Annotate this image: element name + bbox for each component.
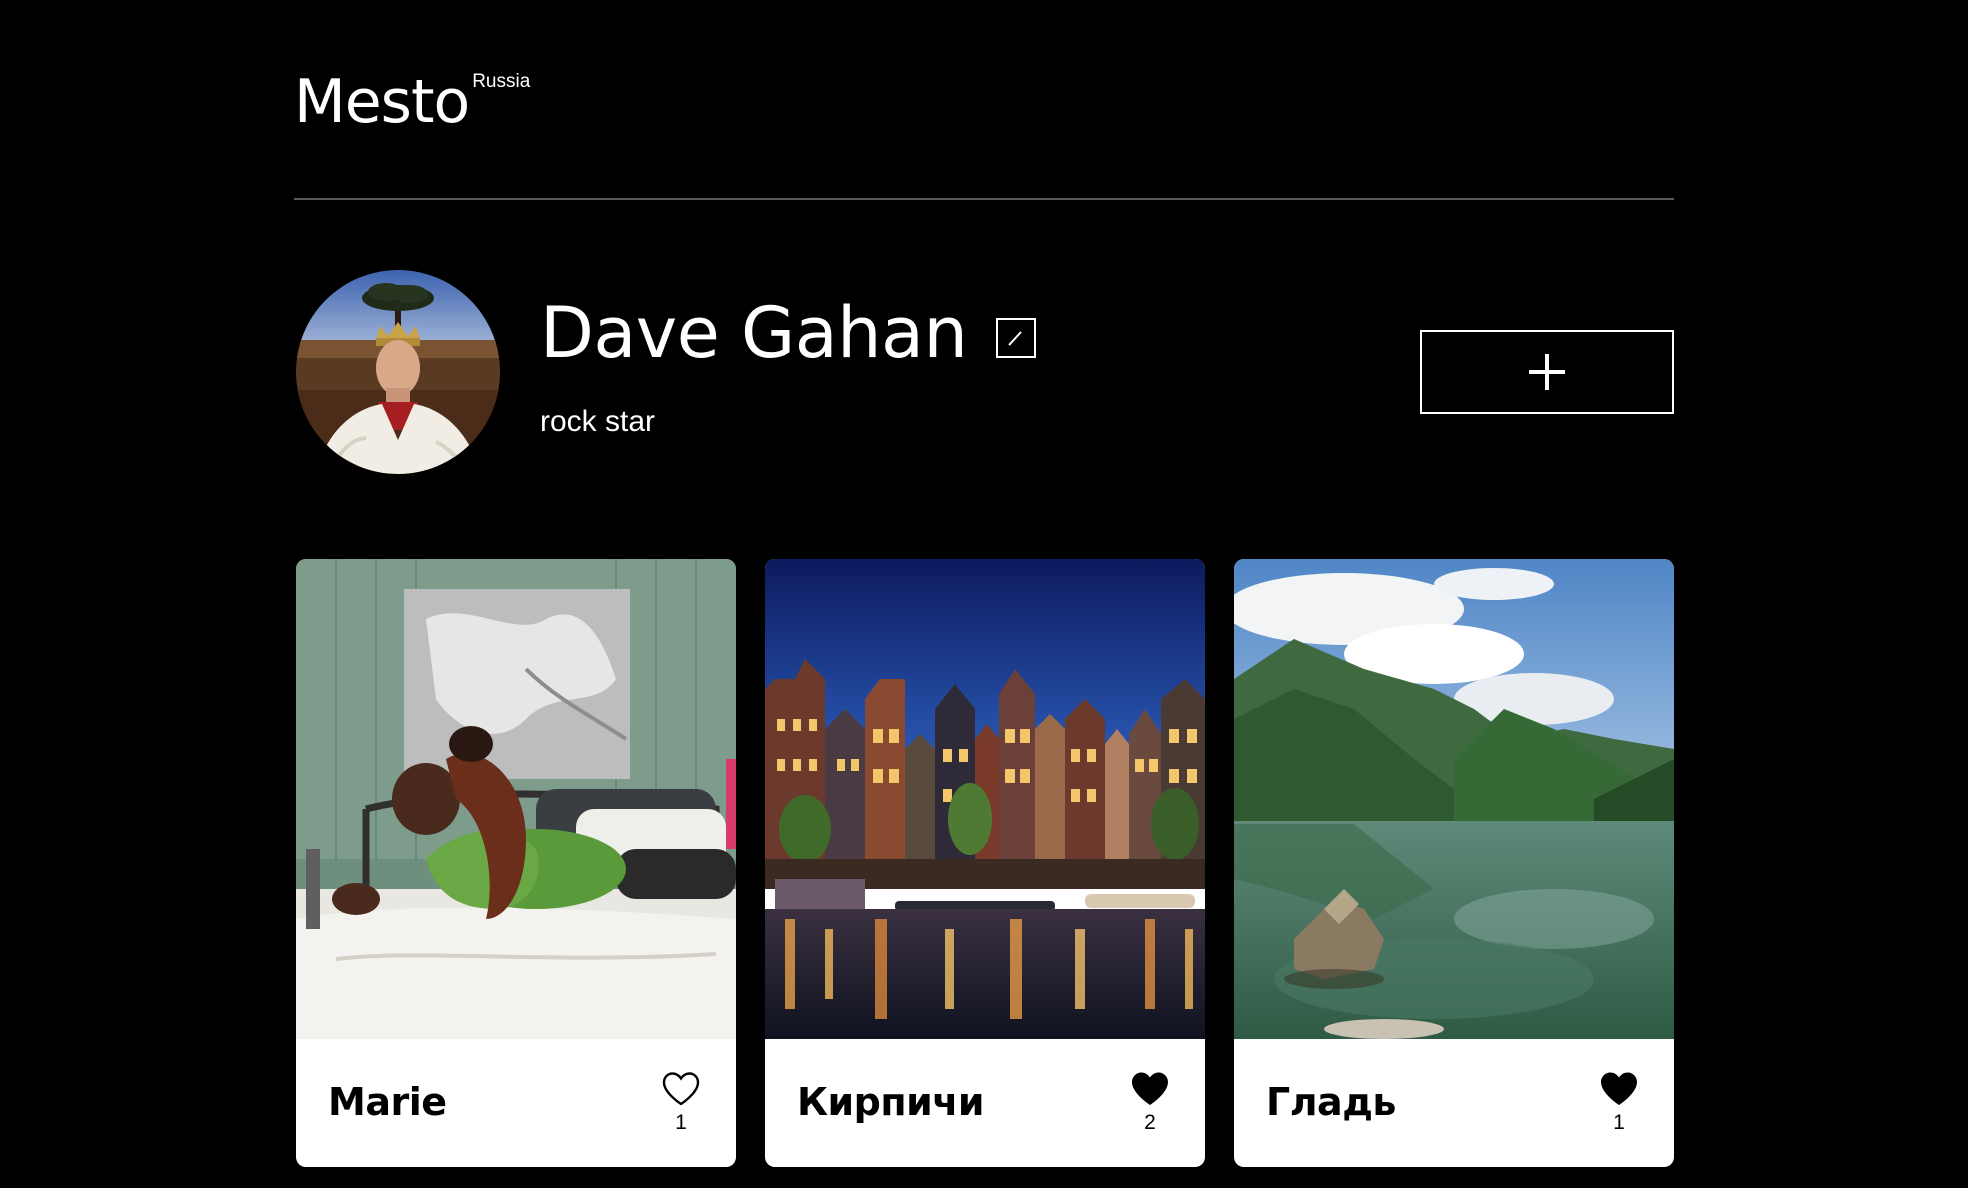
logo-superscript: Russia bbox=[472, 71, 531, 92]
card-title: Marie bbox=[328, 1080, 447, 1124]
like-block: 1 bbox=[1598, 1071, 1640, 1135]
logo: Mesto Russia bbox=[294, 67, 531, 137]
card-photo-canal-houses bbox=[765, 559, 1205, 1039]
pencil-icon bbox=[1008, 331, 1022, 346]
card-title: Кирпичи bbox=[797, 1080, 984, 1124]
edit-profile-button[interactable] bbox=[996, 318, 1036, 358]
like-button[interactable] bbox=[1599, 1071, 1639, 1107]
like-block: 2 bbox=[1129, 1071, 1171, 1135]
like-count: 1 bbox=[1613, 1111, 1625, 1134]
card-photo-bedroom bbox=[296, 559, 736, 1039]
header: Mesto Russia bbox=[294, 0, 1674, 200]
card: Гладь 1 bbox=[1234, 559, 1674, 1167]
heart-filled-icon bbox=[1601, 1072, 1637, 1105]
like-button[interactable] bbox=[661, 1071, 701, 1107]
card-image[interactable] bbox=[296, 559, 736, 1039]
card: Кирпичи 2 bbox=[765, 559, 1205, 1167]
card-title: Гладь bbox=[1266, 1080, 1396, 1124]
add-card-button[interactable] bbox=[1420, 330, 1674, 414]
profile-about: rock star bbox=[540, 405, 656, 438]
plus-icon bbox=[1529, 354, 1565, 390]
profile-name: Dave Gahan bbox=[540, 292, 968, 374]
like-block: 1 bbox=[660, 1071, 702, 1135]
like-count: 2 bbox=[1144, 1111, 1156, 1134]
page: Mesto Russia Dave Gahan rock star Marie … bbox=[0, 0, 1968, 1188]
card-photo-lake bbox=[1234, 559, 1674, 1039]
like-count: 1 bbox=[675, 1111, 687, 1134]
card-image[interactable] bbox=[1234, 559, 1674, 1039]
profile: Dave Gahan rock star bbox=[294, 270, 1674, 474]
heart-filled-icon bbox=[1132, 1072, 1168, 1105]
heart-outline-icon bbox=[662, 1072, 700, 1106]
card: Marie 1 bbox=[296, 559, 736, 1167]
card-image[interactable] bbox=[765, 559, 1205, 1039]
like-button[interactable] bbox=[1130, 1071, 1170, 1107]
avatar[interactable] bbox=[296, 270, 500, 474]
content-container: Mesto Russia Dave Gahan rock star Marie … bbox=[294, 0, 1674, 1167]
avatar-image bbox=[296, 270, 500, 474]
logo-wordmark: Mesto bbox=[294, 67, 470, 137]
